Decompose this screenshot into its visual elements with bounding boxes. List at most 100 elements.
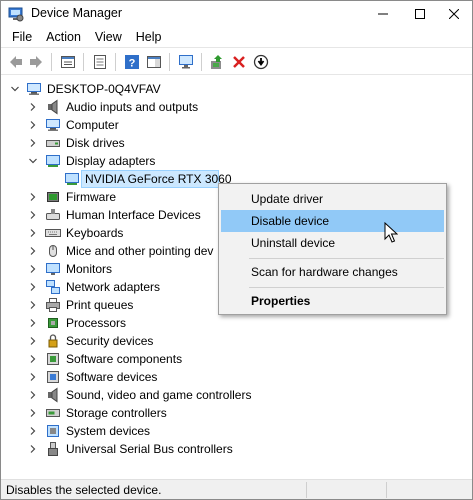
menu-item-disable-device[interactable]: Disable device [221, 210, 444, 232]
chevron-right-icon[interactable] [28, 282, 38, 292]
menu-item-properties[interactable]: Properties [221, 290, 444, 312]
chevron-right-icon[interactable] [28, 318, 38, 328]
chevron-right-icon[interactable] [28, 354, 38, 364]
tree-item-disk-drives[interactable]: Disk drives [1, 134, 472, 152]
tree-root[interactable]: DESKTOP-0Q4VFAV [1, 80, 472, 98]
uninstall-icon [233, 56, 245, 68]
tree-item-label: Computer [66, 118, 119, 132]
add-driver-icon [211, 55, 222, 69]
tree-item-label: Network adapters [66, 280, 161, 294]
tree-item-label: Security devices [66, 334, 154, 348]
tree-item-label: Mice and other pointing dev [66, 244, 214, 258]
minimize-button[interactable] [364, 1, 401, 27]
chevron-right-icon[interactable] [28, 390, 38, 400]
keyboard-icon [45, 229, 61, 237]
properties-sheet-button[interactable] [59, 53, 77, 71]
chevron-right-icon[interactable] [28, 228, 38, 238]
system-icon [47, 425, 59, 437]
tree-item-security-devices[interactable]: Security devices [1, 332, 472, 350]
chevron-right-icon[interactable] [28, 426, 38, 436]
svg-text:?: ? [129, 58, 136, 70]
toolbar: ? [1, 47, 472, 75]
tree-item-audio[interactable]: Audio inputs and outputs [1, 98, 472, 116]
properties-sheet-icon [61, 56, 75, 68]
show-hide-button[interactable] [91, 53, 109, 71]
tree-item-processors[interactable]: Processors [1, 314, 472, 332]
chevron-right-icon[interactable] [28, 192, 38, 202]
tree-item-system-devices[interactable]: System devices [1, 422, 472, 440]
menu-item-update-driver[interactable]: Update driver [221, 188, 444, 210]
chevron-right-icon[interactable] [28, 336, 38, 346]
tree-item-sound-video-game[interactable]: Sound, video and game controllers [1, 386, 472, 404]
window-title: Device Manager [31, 6, 123, 20]
chevron-right-icon[interactable] [28, 444, 38, 454]
tree-item-label: Software devices [66, 370, 158, 384]
status-divider [386, 482, 387, 498]
chevron-down-icon[interactable] [10, 84, 20, 94]
action-pane-button[interactable] [145, 53, 163, 71]
chevron-right-icon[interactable] [28, 264, 38, 274]
tree-item-label: Print queues [66, 298, 134, 312]
menu-separator [249, 258, 444, 259]
tree-item-label: Human Interface Devices [66, 208, 201, 222]
add-driver-button[interactable] [208, 53, 226, 71]
chevron-right-icon[interactable] [28, 372, 38, 382]
chevron-down-icon[interactable] [28, 156, 38, 166]
tree-item-software-devices[interactable]: Software devices [1, 368, 472, 386]
menu-file[interactable]: File [5, 27, 39, 47]
maximize-button[interactable] [401, 1, 438, 27]
tree-item-storage-controllers[interactable]: Storage controllers [1, 404, 472, 422]
software-component-icon [47, 353, 59, 365]
forward-button[interactable] [27, 53, 45, 71]
chevron-right-icon[interactable] [28, 102, 38, 112]
menu-action[interactable]: Action [39, 27, 88, 47]
back-button[interactable] [7, 53, 25, 71]
title-bar: Device Manager [1, 1, 472, 27]
chevron-right-icon[interactable] [28, 120, 38, 130]
close-button[interactable] [435, 1, 472, 27]
tree-item-label: Keyboards [66, 226, 124, 240]
minimize-icon [377, 13, 388, 15]
security-icon [48, 334, 58, 348]
tree-child-label: NVIDIA GeForce RTX 3060 [85, 172, 232, 186]
disk-drive-icon [46, 140, 60, 147]
status-text: Disables the selected device. [6, 483, 162, 497]
toolbar-separator [83, 53, 84, 71]
close-icon [448, 9, 459, 19]
tree-item-label: Firmware [66, 190, 116, 204]
tree-item-label: Sound, video and game controllers [66, 388, 252, 402]
menu-view[interactable]: View [88, 27, 129, 47]
firmware-icon [47, 192, 59, 202]
chevron-right-icon[interactable] [28, 246, 38, 256]
menu-item-uninstall-device[interactable]: Uninstall device [221, 232, 444, 254]
scan-hardware-button[interactable] [177, 53, 195, 71]
tree-item-label: Display adapters [66, 154, 156, 168]
update-driver-button[interactable] [252, 53, 270, 71]
processor-icon [48, 318, 58, 328]
speaker-icon [48, 99, 58, 115]
printer-icon [46, 298, 60, 312]
help-button[interactable]: ? [123, 53, 141, 71]
mouse-cursor-icon [384, 222, 398, 243]
maximize-icon [414, 9, 425, 19]
tree-item-computer[interactable]: Computer [1, 116, 472, 134]
back-icon [10, 56, 22, 68]
monitor-icon [46, 263, 60, 275]
tree-item-display-adapters[interactable]: Display adapters [1, 152, 472, 170]
tree-item-label: Monitors [66, 262, 113, 276]
chevron-right-icon[interactable] [28, 408, 38, 418]
chevron-right-icon[interactable] [28, 138, 38, 148]
tree-item-software-components[interactable]: Software components [1, 350, 472, 368]
chevron-right-icon[interactable] [28, 300, 38, 310]
tree-item-label: Universal Serial Bus controllers [66, 442, 233, 456]
toolbar-separator [115, 53, 116, 71]
usb-icon [48, 442, 58, 456]
menu-item-scan-hardware[interactable]: Scan for hardware changes [221, 261, 444, 283]
menu-help[interactable]: Help [129, 27, 169, 47]
menu-separator [249, 287, 444, 288]
tree-item-label: Disk drives [66, 136, 125, 150]
tree-item-usb-controllers[interactable]: Universal Serial Bus controllers [1, 440, 472, 458]
uninstall-device-button[interactable] [230, 53, 248, 71]
context-menu: Update driver Disable device Uninstall d… [218, 183, 447, 315]
chevron-right-icon[interactable] [28, 210, 38, 220]
